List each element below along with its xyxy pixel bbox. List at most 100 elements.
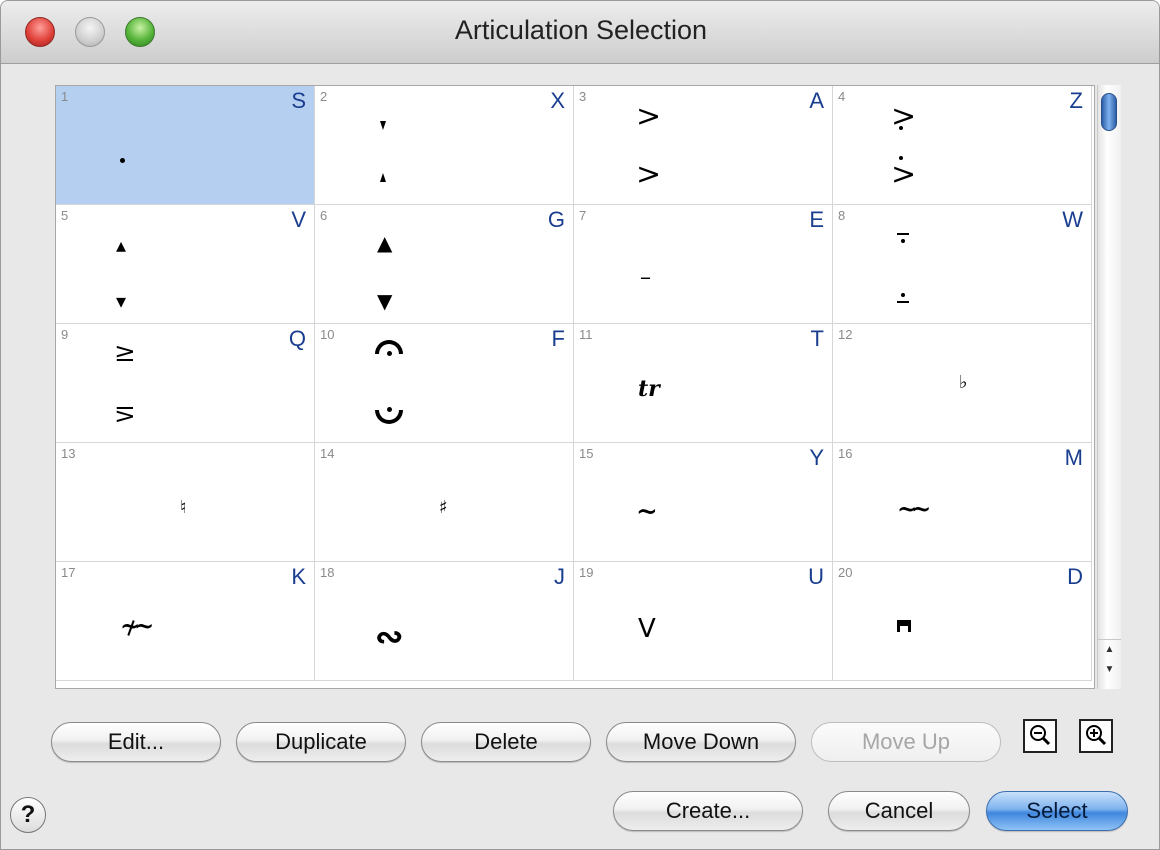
trill-sharp-icon: ♯ [439, 497, 448, 518]
trill-natural-icon: ♮ [180, 497, 187, 518]
tenuto-staccato-below-icon [897, 293, 909, 303]
articulation-grid: 1 S 2 X 3 A > > 4 Z > > 5 V ▴ ▾ 6 G ▲ ▼ … [55, 85, 1095, 689]
title-bar: Articulation Selection [1, 1, 1159, 64]
cell-number: 17 [61, 565, 76, 580]
articulation-cell-3[interactable]: 3 A > > [574, 86, 833, 205]
up-bow-icon: V [638, 614, 656, 644]
articulation-cell-10[interactable]: 10 F [315, 324, 574, 443]
marcato-above-icon: ▴ [116, 233, 127, 257]
accent-line-below-icon: ≤ [114, 400, 136, 430]
cell-number: 8 [838, 208, 846, 223]
fermata-above-icon [375, 340, 403, 356]
cell-shortcut-key: A [809, 88, 824, 113]
zoom-in-button[interactable] [1079, 719, 1113, 753]
cell-number: 7 [579, 208, 587, 223]
articulation-cell-2[interactable]: 2 X [315, 86, 574, 205]
cell-number: 1 [61, 89, 69, 104]
cell-shortcut-key: Q [288, 326, 306, 351]
cell-number: 15 [579, 446, 594, 461]
down-bow-icon [897, 620, 911, 632]
help-button[interactable]: ? [10, 797, 46, 833]
cell-number: 9 [61, 327, 69, 342]
articulation-cell-19[interactable]: 19 U V [574, 562, 833, 681]
cell-shortcut-key: G [547, 207, 565, 232]
cell-number: 3 [579, 89, 587, 104]
duplicate-button[interactable]: Duplicate [236, 722, 406, 762]
accent-staccato-above-icon: > [891, 99, 917, 134]
articulation-cell-13[interactable]: 13 ♮ [56, 443, 315, 562]
cell-number: 13 [61, 446, 76, 461]
scroll-up-arrow-icon[interactable]: ▲ [1098, 640, 1121, 660]
turn-icon: ∾ [375, 617, 404, 657]
trill-icon: tr [638, 376, 660, 402]
articulation-cell-6[interactable]: 6 G ▲ ▼ [315, 205, 574, 324]
marcato-below-icon: ▾ [116, 289, 127, 313]
articulation-cell-1[interactable]: 1 S [56, 86, 315, 205]
cell-number: 4 [838, 89, 846, 104]
articulation-cell-18[interactable]: 18 J ∾ [315, 562, 574, 681]
cell-shortcut-key: E [809, 207, 824, 232]
cell-shortcut-key: S [291, 88, 306, 113]
staccatissimo-above-icon [380, 121, 386, 130]
delete-button[interactable]: Delete [421, 722, 591, 762]
cell-shortcut-key: Z [1069, 88, 1083, 113]
scroll-down-arrow-icon[interactable]: ▼ [1098, 660, 1121, 680]
cell-shortcut-key: X [550, 88, 565, 113]
move-down-button[interactable]: Move Down [606, 722, 796, 762]
cell-number: 10 [320, 327, 335, 342]
fermata-below-icon [375, 407, 403, 424]
articulation-cell-12[interactable]: 12 ♭ [833, 324, 1092, 443]
cell-shortcut-key: T [810, 326, 824, 351]
cell-number: 14 [320, 446, 335, 461]
accent-above-icon: > [636, 99, 662, 134]
cell-shortcut-key: K [291, 564, 306, 589]
articulation-cell-17[interactable]: 17 K ~~ [56, 562, 315, 681]
staccatissimo-below-icon [380, 173, 386, 182]
cell-shortcut-key: V [291, 207, 306, 232]
articulation-cell-11[interactable]: 11 T tr [574, 324, 833, 443]
articulation-cell-14[interactable]: 14 ♯ [315, 443, 574, 562]
articulation-selection-dialog: Articulation Selection 1 S 2 X 3 A > > 4… [0, 0, 1160, 850]
cell-number: 6 [320, 208, 328, 223]
cell-shortcut-key: J [554, 564, 565, 589]
articulation-cell-7[interactable]: 7 E – [574, 205, 833, 324]
articulation-cell-15[interactable]: 15 Y ~ [574, 443, 833, 562]
accent-below-icon: > [636, 157, 662, 192]
cell-shortcut-key: W [1062, 207, 1083, 232]
cell-number: 20 [838, 565, 853, 580]
cell-number: 18 [320, 565, 335, 580]
cell-shortcut-key: F [551, 326, 565, 351]
window-title: Articulation Selection [454, 15, 708, 45]
zoom-in-icon [1086, 725, 1107, 746]
cell-shortcut-key: M [1064, 445, 1083, 470]
tenuto-staccato-above-icon [897, 233, 909, 243]
articulation-cell-20[interactable]: 20 D [833, 562, 1092, 681]
articulation-cell-5[interactable]: 5 V ▴ ▾ [56, 205, 315, 324]
zoom-out-icon [1030, 725, 1051, 746]
articulation-cell-4[interactable]: 4 Z > > [833, 86, 1092, 205]
zoom-out-button[interactable] [1023, 719, 1057, 753]
inverted-mordent-icon: ~~ [120, 611, 154, 640]
articulation-cell-8[interactable]: 8 W [833, 205, 1092, 324]
cell-number: 16 [838, 446, 853, 461]
vertical-scrollbar[interactable]: ▲ ▼ [1097, 85, 1121, 689]
scrollbar-thumb[interactable] [1101, 93, 1117, 131]
cancel-button[interactable]: Cancel [828, 791, 970, 831]
cell-number: 5 [61, 208, 69, 223]
articulation-cell-16[interactable]: 16 M ~~ [833, 443, 1092, 562]
accent-line-above-icon: ≥ [114, 338, 136, 368]
move-up-button[interactable]: Move Up [811, 722, 1001, 762]
cell-shortcut-key: D [1067, 564, 1083, 589]
articulation-cell-9[interactable]: 9 Q ≥ ≤ [56, 324, 315, 443]
tenuto-icon: – [640, 265, 651, 290]
cell-number: 19 [579, 565, 594, 580]
mordent-icon: ~~ [897, 494, 931, 523]
edit-button[interactable]: Edit... [51, 722, 221, 762]
cell-shortcut-key: U [808, 564, 824, 589]
strong-marcato-above-icon: ▲ [377, 231, 393, 255]
strong-marcato-below-icon: ▼ [377, 289, 393, 313]
create-button[interactable]: Create... [613, 791, 803, 831]
accent-staccato-below-icon: > [891, 156, 917, 192]
select-button[interactable]: Select [986, 791, 1128, 831]
trill-flat-icon: ♭ [959, 372, 968, 393]
